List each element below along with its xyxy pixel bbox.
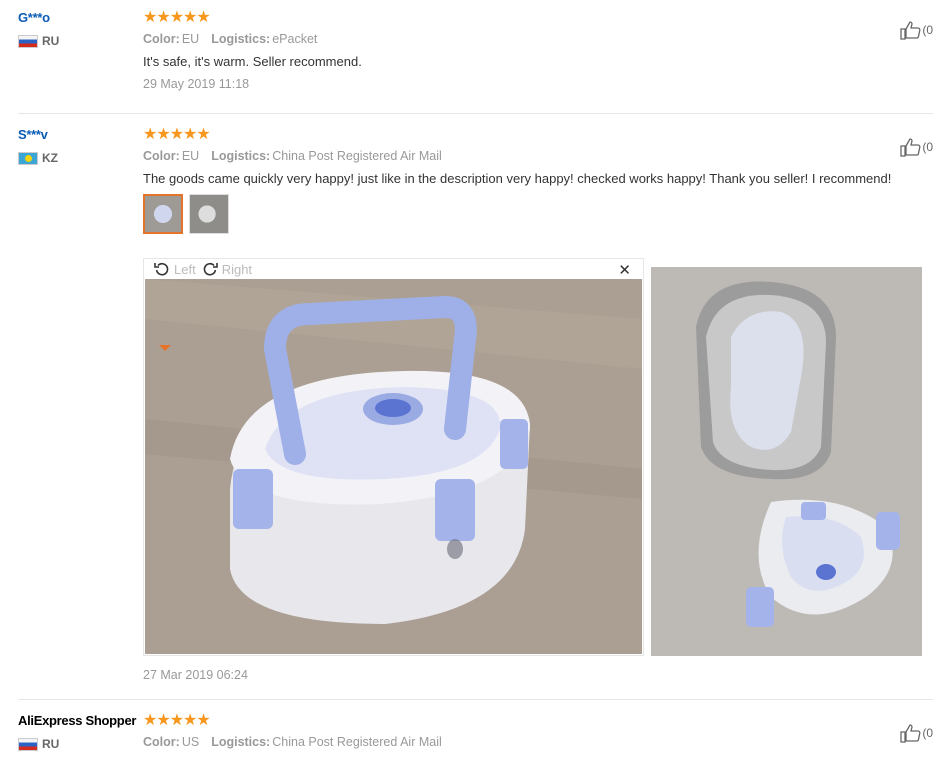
reviewer-info: S***v KZ — [18, 127, 58, 165]
photo-thumbnail-1[interactable] — [143, 194, 183, 234]
lunch-box-open-photo — [651, 267, 922, 656]
like-count: (0 — [922, 726, 933, 740]
star-rating: ★★★★★ — [143, 9, 211, 26]
reviewer-name: S***v — [18, 127, 48, 142]
review-item: G***o RU ★★★★★ Color: EU Logistics: ePacket… — [0, 10, 933, 110]
rotate-left-icon — [154, 262, 169, 276]
close-icon[interactable]: ✕ — [618, 261, 631, 279]
review-date: 29 May 2019 11:18 — [143, 77, 250, 91]
logistics-value: China Post Registered Air Mail — [272, 735, 442, 749]
rotate-right-icon — [203, 262, 218, 276]
review-content: ★★★★★ Color: EU Logistics: ePacket It's saf… — [143, 9, 933, 92]
viewer-toolbar: Left Right — [144, 259, 643, 279]
reviewer-country: KZ — [18, 151, 58, 165]
photo-thumbnail-2[interactable] — [189, 194, 229, 234]
review-date: 27 Mar 2019 06:24 — [143, 668, 248, 682]
photo-viewer: Left Right ✕ — [143, 258, 644, 656]
logistics-value: China Post Registered Air Mail — [272, 149, 442, 163]
color-value: EU — [181, 32, 200, 46]
review-photo-large — [145, 279, 642, 654]
review-meta: Color: EU Logistics: ePacket — [143, 32, 933, 46]
flag-ru-icon — [18, 34, 38, 48]
logistics-label: Logistics: — [211, 32, 271, 46]
like-button[interactable]: (0 — [900, 20, 933, 40]
color-value: EU — [181, 149, 200, 163]
country-code: RU — [42, 34, 60, 48]
star-rating: ★★★★★ — [143, 712, 211, 729]
rotate-left-button[interactable]: Left — [154, 261, 196, 277]
reviewer-name: AliExpress Shopper — [18, 713, 137, 728]
color-label: Color: — [143, 32, 180, 46]
like-count: (0 — [922, 140, 933, 154]
thumbnail-pointer — [159, 345, 171, 351]
reviewer-country: RU — [18, 34, 59, 48]
logistics-label: Logistics: — [211, 735, 271, 749]
like-button[interactable]: (0 — [900, 723, 933, 743]
logistics-label: Logistics: — [211, 149, 271, 163]
logistics-value: ePacket — [272, 32, 318, 46]
review-text: It's safe, it's warm. Seller recommend. — [143, 54, 362, 69]
star-rating: ★★★★★ — [143, 126, 211, 143]
reviewer-country: RU — [18, 737, 59, 751]
flag-ru-icon — [18, 737, 38, 751]
like-count: (0 — [922, 23, 933, 37]
thumbs-up-icon — [900, 21, 921, 40]
review-item: AliExpress Shopper RU ★★★★★ Color: US Logi… — [0, 713, 933, 757]
like-button[interactable]: (0 — [900, 137, 933, 157]
review-meta: Color: EU Logistics: China Post Registered … — [143, 149, 933, 163]
review-photo-thumbnails — [143, 194, 933, 234]
rotate-right-button[interactable]: Right — [202, 261, 252, 277]
review-content: ★★★★★ Color: US Logistics: China Post Regis… — [143, 712, 933, 750]
rotate-left-label: Left — [174, 261, 196, 277]
thumbs-up-icon — [900, 724, 921, 743]
review-meta: Color: US Logistics: China Post Registered … — [143, 735, 933, 749]
rotate-right-label: Right — [221, 261, 253, 277]
review-photo-secondary — [651, 267, 922, 656]
divider — [18, 699, 933, 700]
thumbs-up-icon — [900, 138, 921, 157]
flag-kz-icon — [18, 151, 38, 165]
color-label: Color: — [143, 149, 180, 163]
reviewer-name: G***o — [18, 10, 50, 25]
lunch-box-photo — [145, 279, 642, 654]
review-content: ★★★★★ Color: EU Logistics: China Post Regis… — [143, 127, 933, 234]
country-code: KZ — [42, 151, 58, 165]
country-code: RU — [42, 737, 60, 751]
review-text: The goods came quickly very happy! just … — [143, 171, 892, 186]
reviewer-info: G***o RU — [18, 10, 59, 48]
color-label: Color: — [143, 735, 180, 749]
reviewer-info: AliExpress Shopper RU — [18, 713, 137, 751]
color-value: US — [181, 735, 200, 749]
divider — [18, 113, 933, 114]
